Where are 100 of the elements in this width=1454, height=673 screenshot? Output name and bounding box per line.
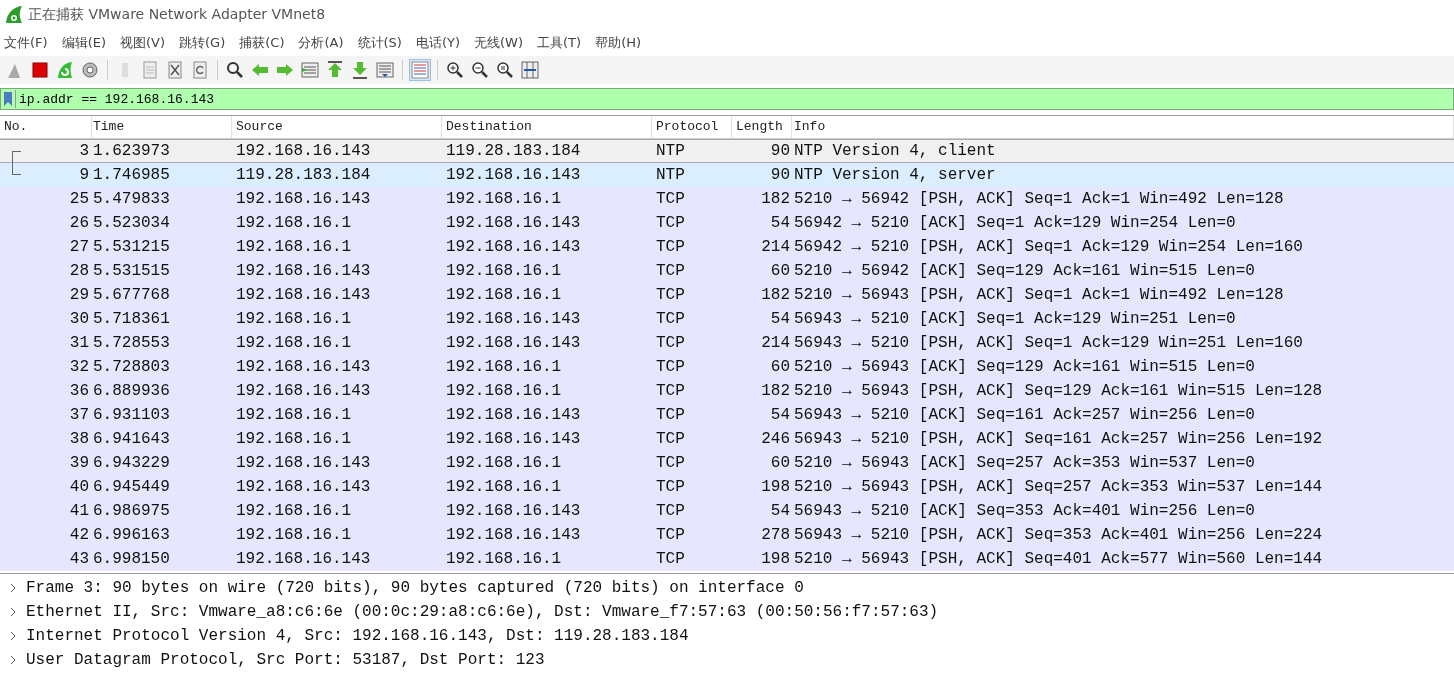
- packet-row[interactable]: 28 5.531515 192.168.16.143 192.168.16.1 TCP 60 5210 → 56942 [ACK] Seq=129 Ack=161 Win=515 Len=0: [0, 259, 1454, 283]
- protocol-tree-item[interactable]: Internet Protocol Version 4, Src: 192.168.16.143, Dst: 119.28.183.184: [26, 627, 689, 645]
- table-cell-text: 192.168.16.143: [235, 550, 372, 568]
- protocol-tree-item[interactable]: User Datagram Protocol, Src Port: 53187, Dst Port: 123: [26, 651, 545, 669]
- menu-item[interactable]: 跳转(G): [179, 34, 226, 52]
- table-cell-text: TCP: [655, 190, 686, 208]
- table-cell-text: 192.168.16.1: [445, 286, 563, 304]
- table-cell-text: 119.28.183.184: [445, 142, 582, 160]
- table-cell-text: 5210 → 56942 [PSH, ACK] Seq=1 Ack=1 Win=492 Len=128: [793, 190, 1285, 208]
- table-cell-text: 90: [769, 166, 791, 184]
- table-cell-text: 54: [769, 214, 791, 232]
- table-cell-text: 192.168.16.1: [235, 502, 353, 520]
- menu-item[interactable]: 帮助(H): [595, 34, 642, 52]
- table-cell-text: 56942 → 5210 [ACK] Seq=1 Ack=129 Win=254 Len=0: [793, 214, 1237, 232]
- table-cell-text: 1.623973: [92, 142, 171, 160]
- table-cell-text: 5.728553: [92, 334, 171, 352]
- table-cell-text: 39: [68, 454, 90, 472]
- table-cell-text: 198: [760, 550, 791, 568]
- menu-item[interactable]: 视图(V): [120, 34, 166, 52]
- protocol-tree-item[interactable]: Frame 3: 90 bytes on wire (720 bits), 90 bytes captured (720 bits) on interface 0: [26, 579, 804, 597]
- colorize-icon[interactable]: [409, 59, 431, 81]
- display-filter-field[interactable]: ip.addr == 192.168.16.143: [0, 88, 1454, 110]
- table-cell-text: 37: [68, 406, 90, 424]
- packet-row[interactable]: 39 6.943229 192.168.16.143 192.168.16.1 TCP 60 5210 → 56943 [ACK] Seq=257 Ack=353 Win=537 Len=0: [0, 451, 1454, 475]
- table-cell-text: 192.168.16.1: [235, 526, 353, 544]
- column-header[interactable]: Length: [732, 116, 792, 138]
- packet-row[interactable]: 40 6.945449 192.168.16.143 192.168.16.1 TCP 198 5210 → 56943 [PSH, ACK] Seq=257 Ack=353 Win=537 Len=144: [0, 475, 1454, 499]
- packet-row[interactable]: 31 5.728553 192.168.16.1 192.168.16.143 TCP 214 56943 → 5210 [PSH, ACK] Seq=1 Ack=129 Win=251 Len=160: [0, 331, 1454, 355]
- table-cell-text: 29: [68, 286, 90, 304]
- table-cell-text: 192.168.16.143: [445, 214, 582, 232]
- table-cell-text: 6.941643: [92, 430, 171, 448]
- shark-fin-logo-icon: [4, 5, 24, 25]
- table-cell-text: 192.168.16.143: [235, 286, 372, 304]
- table-cell-text: 54: [769, 502, 791, 520]
- table-cell-text: 56943 → 5210 [PSH, ACK] Seq=353 Ack=401 Win=256 Len=224: [793, 526, 1324, 544]
- table-cell-text: 60: [769, 262, 791, 280]
- table-cell-text: 90: [769, 142, 791, 160]
- table-cell-text: 5.728803: [92, 358, 171, 376]
- stop-icon[interactable]: [29, 59, 51, 81]
- menu-item[interactable]: 文件(F): [4, 34, 48, 52]
- filter-input[interactable]: ip.addr == 192.168.16.143: [16, 90, 1453, 108]
- table-cell-text: 56943 → 5210 [ACK] Seq=161 Ack=257 Win=256 Len=0: [793, 406, 1256, 424]
- table-cell-text: 38: [68, 430, 90, 448]
- packet-row[interactable]: 9 1.746985 119.28.183.184 192.168.16.143 NTP 90 NTP Version 4, server: [0, 163, 1454, 187]
- table-cell-text: TCP: [655, 526, 686, 544]
- table-cell-text: 192.168.16.1: [445, 478, 563, 496]
- table-cell-text: 9: [78, 166, 90, 184]
- column-header[interactable]: Protocol: [652, 116, 732, 138]
- menu-item[interactable]: 捕获(C): [239, 34, 285, 52]
- table-cell-text: 56943 → 5210 [PSH, ACK] Seq=1 Ack=129 Win=251 Len=160: [793, 334, 1304, 352]
- autoscroll-icon[interactable]: [374, 59, 396, 81]
- table-cell-text: 27: [68, 238, 90, 256]
- table-cell-text: 32: [68, 358, 90, 376]
- resize-columns-icon[interactable]: [519, 59, 541, 81]
- table-cell-text: TCP: [655, 502, 686, 520]
- bookmark-icon[interactable]: [1, 90, 16, 108]
- menu-item[interactable]: 编辑(E): [61, 34, 106, 52]
- protocol-tree-item[interactable]: Ethernet II, Src: Vmware_a8:c6:6e (00:0c:29:a8:c6:6e), Dst: Vmware_f7:57:63 (00:50:56:f7:57:63): [26, 603, 939, 621]
- table-cell-text: 192.168.16.143: [235, 382, 372, 400]
- settings-icon[interactable]: [79, 59, 101, 81]
- packet-row[interactable]: 32 5.728803 192.168.16.143 192.168.16.1 TCP 60 5210 → 56943 [ACK] Seq=129 Ack=161 Win=515 Len=0: [0, 355, 1454, 379]
- packet-row[interactable]: 30 5.718361 192.168.16.1 192.168.16.143 TCP 54 56943 → 5210 [ACK] Seq=1 Ack=129 Win=251 Len=0: [0, 307, 1454, 331]
- packet-row[interactable]: 42 6.996163 192.168.16.1 192.168.16.143 TCP 278 56943 → 5210 [PSH, ACK] Seq=353 Ack=401 Win=256 Len=224: [0, 523, 1454, 547]
- menu-item[interactable]: 无线(W): [474, 34, 524, 52]
- table-cell-text: 192.168.16.1: [445, 454, 563, 472]
- menu-item[interactable]: 工具(T): [537, 34, 582, 52]
- table-cell-text: 30: [68, 310, 90, 328]
- packet-row[interactable]: 43 6.998150 192.168.16.143 192.168.16.1 TCP 198 5210 → 56943 [PSH, ACK] Seq=401 Ack=577 Win=560 Len=144: [0, 547, 1454, 571]
- table-cell-text: 192.168.16.1: [445, 190, 563, 208]
- table-cell-text: 192.168.16.143: [235, 454, 372, 472]
- packet-row[interactable]: 41 6.986975 192.168.16.1 192.168.16.143 TCP 54 56943 → 5210 [ACK] Seq=353 Ack=401 Win=256 Len=0: [0, 499, 1454, 523]
- packet-row[interactable]: 29 5.677768 192.168.16.143 192.168.16.1 TCP 182 5210 → 56943 [PSH, ACK] Seq=1 Ack=1 Win=492 Len=128: [0, 283, 1454, 307]
- table-cell-text: 5210 → 56943 [PSH, ACK] Seq=129 Ack=161 Win=515 Len=128: [793, 382, 1324, 400]
- table-cell-text: 54: [769, 406, 791, 424]
- table-cell-text: TCP: [655, 310, 686, 328]
- column-header[interactable]: Destination: [442, 116, 652, 138]
- table-cell-text: 278: [760, 526, 791, 544]
- packet-row[interactable]: 36 6.889936 192.168.16.143 192.168.16.1 TCP 182 5210 → 56943 [PSH, ACK] Seq=129 Ack=161 Win=515 Len=128: [0, 379, 1454, 403]
- table-cell-text: 5.523034: [92, 214, 171, 232]
- table-cell-text: 26: [68, 214, 90, 232]
- packet-row[interactable]: 26 5.523034 192.168.16.1 192.168.16.143 TCP 54 56942 → 5210 [ACK] Seq=1 Ack=129 Win=254 Len=0: [0, 211, 1454, 235]
- table-cell-text: 1.746985: [92, 166, 171, 184]
- related-packet-bracket-icon: [12, 163, 21, 175]
- menu-item[interactable]: 分析(A): [298, 34, 344, 52]
- column-header[interactable]: Info: [792, 116, 1454, 138]
- column-header[interactable]: No.: [0, 116, 92, 138]
- table-cell-text: 192.168.16.1: [235, 214, 353, 232]
- column-header[interactable]: Source: [232, 116, 442, 138]
- table-cell-text: TCP: [655, 382, 686, 400]
- menu-item[interactable]: 电话(Y): [415, 34, 461, 52]
- column-header[interactable]: Time: [92, 116, 232, 138]
- packet-row[interactable]: 27 5.531215 192.168.16.1 192.168.16.143 TCP 214 56942 → 5210 [PSH, ACK] Seq=1 Ack=129 Win=254 Len=160: [0, 235, 1454, 259]
- packet-row[interactable]: 37 6.931103 192.168.16.1 192.168.16.143 TCP 54 56943 → 5210 [ACK] Seq=161 Ack=257 Win=256 Len=0: [0, 403, 1454, 427]
- table-cell-text: 41: [68, 502, 90, 520]
- packet-row[interactable]: 38 6.941643 192.168.16.1 192.168.16.143 TCP 246 56943 → 5210 [PSH, ACK] Seq=161 Ack=257 Win=256 Len=192: [0, 427, 1454, 451]
- packet-row[interactable]: 25 5.479833 192.168.16.143 192.168.16.1 TCP 182 5210 → 56942 [PSH, ACK] Seq=1 Ack=1 Win=492 Len=128: [0, 187, 1454, 211]
- menu-item[interactable]: 统计(S): [357, 34, 402, 52]
- table-cell-text: 60: [769, 454, 791, 472]
- packet-row[interactable]: 3 1.623973 192.168.16.143 119.28.183.184 NTP 90 NTP Version 4, client: [0, 139, 1454, 163]
- table-cell-text: 6.931103: [92, 406, 171, 424]
